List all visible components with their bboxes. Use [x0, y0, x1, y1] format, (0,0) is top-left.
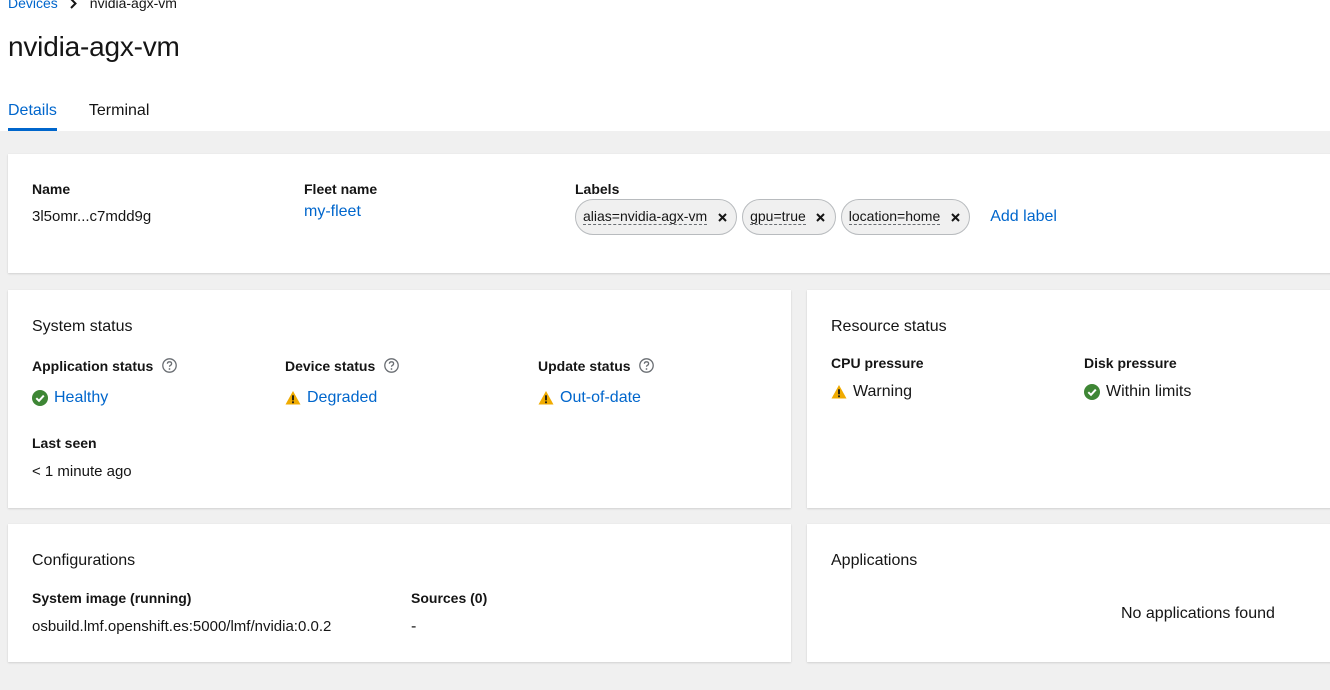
device-status-label: Device status: [285, 358, 400, 374]
update-status-value[interactable]: Out-of-date: [538, 389, 641, 407]
device-status-label-text: Device status: [285, 358, 376, 374]
device-status-link[interactable]: Degraded: [307, 389, 377, 407]
disk-pressure-text: Within limits: [1106, 383, 1192, 400]
labels-chip-group: alias=nvidia-agx-vm gpu=true location=ho…: [575, 199, 1057, 235]
applications-card: Applications No applications found: [807, 524, 1330, 662]
configurations-title: Configurations: [32, 552, 136, 569]
disk-pressure-value: Within limits: [1084, 383, 1191, 401]
application-status-label-text: Application status: [32, 358, 154, 374]
check-circle-icon: [1084, 384, 1100, 400]
resource-status-title: Resource status: [831, 318, 947, 335]
cpu-pressure-text: Warning: [853, 383, 912, 400]
label-chip[interactable]: alias=nvidia-agx-vm: [575, 199, 738, 235]
close-icon[interactable]: [950, 212, 960, 222]
update-status-label: Update status: [538, 358, 655, 374]
system-image-label: System image (running): [32, 590, 192, 606]
warning-triangle-icon: [538, 390, 554, 406]
sources-value: -: [411, 618, 417, 635]
label-chip[interactable]: location=home: [840, 199, 971, 235]
disk-pressure-label: Disk pressure: [1084, 355, 1177, 371]
page-title: nvidia-agx-vm: [8, 31, 180, 62]
system-image-value: osbuild.lmf.openshift.es:5000/lmf/nvidia…: [32, 618, 332, 635]
application-status-label: Application status: [32, 358, 178, 374]
check-circle-icon: [32, 390, 48, 406]
name-label: Name: [32, 181, 71, 197]
tab-details[interactable]: Details: [8, 98, 57, 131]
label-chip-text[interactable]: gpu=true: [750, 209, 806, 225]
fleet-name-link[interactable]: my-fleet: [304, 203, 361, 221]
details-content: Name 3l5omr...c7mdd9g Fleet name my-flee…: [0, 131, 1330, 690]
add-label-button[interactable]: Add label: [990, 208, 1057, 226]
breadcrumb-devices-link[interactable]: Devices: [8, 0, 58, 11]
labels-label: Labels: [575, 181, 620, 197]
applications-title: Applications: [831, 552, 918, 569]
application-status-link[interactable]: Healthy: [54, 389, 108, 407]
cpu-pressure-label: CPU pressure: [831, 355, 924, 371]
tab-terminal[interactable]: Terminal: [89, 98, 149, 131]
device-status-value[interactable]: Degraded: [285, 389, 377, 407]
breadcrumb: Devices nvidia-agx-vm: [8, 0, 177, 11]
sources-label: Sources (0): [411, 590, 488, 606]
name-value: 3l5omr...c7mdd9g: [32, 208, 152, 225]
tab-list: Details Terminal: [8, 98, 181, 131]
system-status-card: System status Application status Healthy…: [8, 290, 791, 508]
application-status-value[interactable]: Healthy: [32, 389, 108, 407]
device-details-card: Name 3l5omr...c7mdd9g Fleet name my-flee…: [8, 154, 1330, 273]
warning-triangle-icon: [285, 390, 301, 406]
page-header: Devices nvidia-agx-vm nvidia-agx-vm Deta…: [0, 0, 1330, 131]
label-chip-text[interactable]: location=home: [848, 209, 941, 225]
cpu-pressure-value: Warning: [831, 383, 912, 401]
label-chip[interactable]: gpu=true: [742, 199, 836, 235]
system-status-title: System status: [32, 318, 133, 335]
help-icon[interactable]: [384, 358, 400, 373]
chevron-right-icon: [70, 0, 80, 10]
resource-status-card: Resource status CPU pressure Warning Dis…: [807, 290, 1330, 508]
update-status-label-text: Update status: [538, 358, 631, 374]
help-icon[interactable]: [162, 358, 178, 373]
help-icon[interactable]: [639, 358, 655, 373]
update-status-link[interactable]: Out-of-date: [560, 389, 641, 407]
applications-empty-state: No applications found: [1121, 605, 1275, 622]
configurations-card: Configurations System image (running) os…: [8, 524, 791, 662]
close-icon[interactable]: [816, 212, 826, 222]
close-icon[interactable]: [717, 212, 727, 222]
last-seen-label: Last seen: [32, 435, 97, 451]
warning-triangle-icon: [831, 384, 847, 400]
label-chip-text[interactable]: alias=nvidia-agx-vm: [583, 209, 708, 225]
fleet-name-label: Fleet name: [304, 181, 378, 197]
last-seen-value: < 1 minute ago: [32, 463, 132, 480]
breadcrumb-current: nvidia-agx-vm: [89, 0, 177, 11]
